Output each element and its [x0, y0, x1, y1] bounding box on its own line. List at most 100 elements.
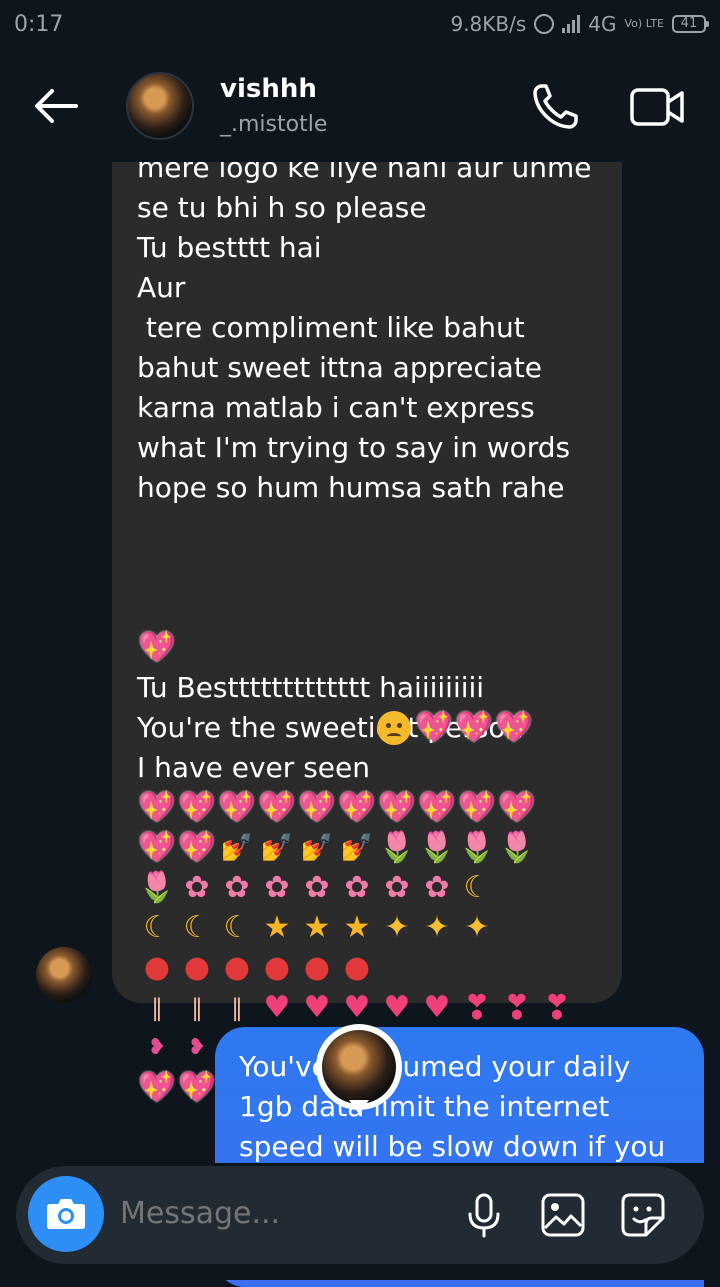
seen-avatar-image [322, 1030, 396, 1104]
sparkling-heart-emoji: 💖 [258, 790, 296, 825]
signal-icon [562, 15, 581, 33]
emoji-row: 🌷 ✿ ✿ ✿ ✿ ✿ ✿ ✿ ☾ [137, 868, 577, 908]
chat-header: vishhh _.mistotle [0, 50, 720, 162]
cherry-blossom-emoji: ✿ [344, 870, 370, 905]
emoji-row: ∥ ∥ ∥ ♥ ♥ ♥ ♥ ♥ ❣ ❣ ❣ [137, 988, 577, 1028]
star-emoji: ★ [303, 910, 331, 945]
status-time: 0:17 [14, 12, 64, 37]
strawberry-emoji: ● [143, 950, 171, 985]
sparkles-emoji: ✦ [424, 910, 450, 945]
crescent-moon-emoji: ☾ [183, 910, 211, 945]
pouting-face-emoji [374, 708, 414, 748]
status-bar: 0:17 9.8KB/s 4G Vo) LTE 41 [0, 0, 720, 50]
heart-exclamation-emoji: ❣ [502, 988, 532, 1028]
sparkling-heart-emoji: 💖 [495, 710, 533, 745]
cherry-blossom-emoji: ✿ [384, 870, 410, 905]
emoji-row: ☾ ☾ ☾ ★ ★ ★ ✦ ✦ ✦ [137, 908, 577, 948]
camera-button[interactable] [28, 1176, 104, 1252]
phone-icon[interactable] [528, 80, 582, 134]
nail-polish-emoji: 💅 [220, 833, 254, 863]
sent-message-text: You've consumed your daily 1gb data limi… [239, 1050, 666, 1163]
sparkling-heart-emoji: 💖 [218, 790, 256, 825]
tulip-emoji: 🌷 [138, 870, 176, 905]
sparkling-heart-emoji: 💖 [338, 790, 376, 825]
heart-emoji: ♥ [303, 990, 331, 1025]
strawberry-emoji: ● [223, 950, 251, 985]
received-message-text-2: Tu Besttttttttttttt haiiiiiiiii You're t… [137, 671, 524, 784]
alarm-icon [534, 14, 555, 34]
received-message-text: mere logo ke liye nahi aur unme se tu bh… [137, 151, 592, 504]
cherry-blossom-emoji: ✿ [264, 870, 290, 905]
emoji-row: 💖 [137, 628, 607, 668]
strawberry-emoji: ● [303, 950, 331, 985]
battery-level: 41 [680, 16, 698, 31]
sparkling-heart-emoji: 💖 [458, 790, 496, 825]
network-speed: 9.8KB/s [450, 12, 527, 36]
crescent-moon-emoji: ☾ [143, 910, 171, 945]
nail-polish-emoji: 💅 [340, 833, 374, 863]
seen-avatar [316, 1024, 402, 1114]
sparkling-heart-emoji: 💖 [498, 790, 536, 825]
ballet-shoes-emoji: ∥ [231, 994, 243, 1022]
crescent-moon-emoji: ☾ [463, 870, 491, 905]
contact-avatar[interactable] [126, 72, 194, 140]
contact-handle[interactable]: _.mistotle [220, 112, 327, 137]
camera-icon [47, 1199, 85, 1229]
message-composer [16, 1166, 704, 1264]
nail-polish-emoji: 💅 [300, 833, 334, 863]
cherry-blossom-emoji: ✿ [224, 870, 250, 905]
crescent-moon-emoji: ☾ [223, 910, 251, 945]
star-emoji: ★ [263, 910, 291, 945]
received-message-bubble[interactable]: mere logo ke liye nahi aur unme se tu bh… [112, 110, 622, 1105]
sparkling-heart-emoji: 💖 [378, 790, 416, 825]
sparkling-heart-emoji: 💖 [178, 830, 216, 865]
sparkles-emoji: ✦ [464, 910, 490, 945]
sparkling-heart-emoji: 💖 [455, 710, 493, 745]
microphone-icon[interactable] [464, 1192, 504, 1238]
two-hearts-emoji: ❥ [147, 1035, 167, 1060]
sparkling-heart-emoji: 💖 [138, 630, 176, 665]
back-arrow-icon[interactable] [30, 80, 82, 132]
heart-emoji: ♥ [263, 990, 291, 1025]
status-indicators: 9.8KB/s 4G Vo) LTE 41 [450, 12, 709, 36]
sparkling-heart-emoji: 💖 [415, 710, 453, 745]
tulip-emoji: 🌷 [498, 830, 536, 865]
emoji-block: 💖 Tu Besttttttttttttt haiiiiiiiii You're… [137, 628, 607, 788]
sparkling-heart-emoji: 💖 [178, 1070, 216, 1105]
emoji-inline-group: 💖 💖 💖 [374, 628, 534, 748]
heart-emoji: ♥ [423, 990, 451, 1025]
sparkles-emoji: ✦ [384, 910, 410, 945]
strawberry-emoji: ● [183, 950, 211, 985]
sparkling-heart-emoji: 💖 [138, 830, 176, 865]
video-camera-icon[interactable] [628, 80, 688, 134]
heart-exclamation-emoji: ❣ [462, 988, 492, 1028]
nail-polish-emoji: 💅 [260, 833, 294, 863]
message-input[interactable] [120, 1196, 440, 1231]
cherry-blossom-emoji: ✿ [184, 870, 210, 905]
strawberry-emoji: ● [343, 950, 371, 985]
two-hearts-emoji: ❥ [187, 1035, 207, 1060]
heart-emoji: ♥ [343, 990, 371, 1025]
ballet-shoes-emoji: ∥ [191, 994, 203, 1022]
sticker-icon[interactable] [620, 1192, 666, 1238]
tulip-emoji: 🌷 [418, 830, 456, 865]
sender-avatar[interactable] [36, 947, 92, 1003]
tulip-emoji: 🌷 [378, 830, 416, 865]
strawberry-emoji: ● [263, 950, 291, 985]
sparkling-heart-emoji: 💖 [138, 790, 176, 825]
emoji-row: 💖 💖 💅 💅 💅 💅 🌷 🌷 🌷 🌷 [137, 828, 577, 868]
sparkling-heart-emoji: 💖 [138, 1070, 176, 1105]
sparkling-heart-emoji: 💖 [178, 790, 216, 825]
cherry-blossom-emoji: ✿ [304, 870, 330, 905]
heart-exclamation-emoji: ❣ [542, 988, 572, 1028]
emoji-row: ● ● ● ● ● ● [137, 948, 577, 988]
network-type: 4G [588, 12, 617, 36]
tulip-emoji: 🌷 [458, 830, 496, 865]
sparkling-heart-emoji: 💖 [418, 790, 456, 825]
contact-name[interactable]: vishhh [220, 74, 317, 104]
battery-icon: 41 [672, 15, 709, 33]
emoji-row: 💖 💖 💖 [374, 708, 534, 748]
heart-emoji: ♥ [383, 990, 411, 1025]
image-icon[interactable] [540, 1192, 586, 1238]
cherry-blossom-emoji: ✿ [424, 870, 450, 905]
